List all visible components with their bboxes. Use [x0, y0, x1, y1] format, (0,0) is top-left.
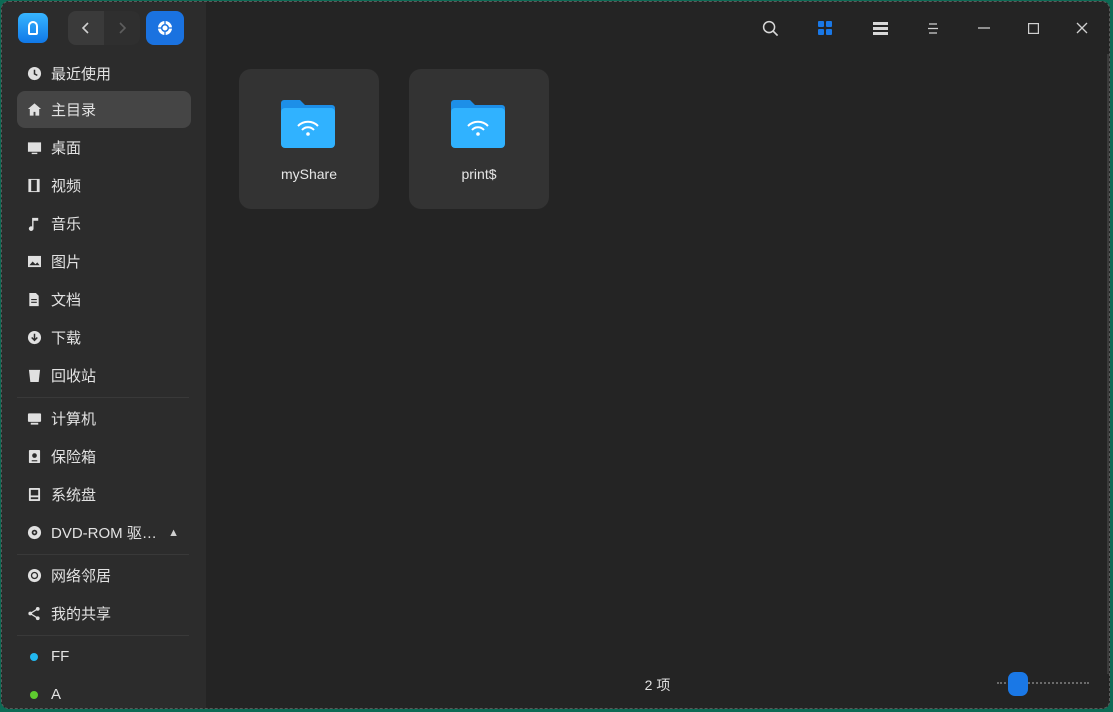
share-icon: [25, 606, 43, 621]
sidebar-item-videos[interactable]: 视频: [17, 167, 191, 204]
titlebar: [2, 2, 1109, 54]
sidebar-item-label: FF: [51, 648, 70, 665]
status-bar: 2 项: [206, 662, 1109, 708]
file-name: print$: [461, 166, 497, 182]
sidebar-item-pictures[interactable]: 图片: [17, 243, 191, 280]
eject-icon[interactable]: ▲: [168, 527, 179, 539]
grid-view-icon: [818, 21, 832, 35]
close-button[interactable]: [1068, 14, 1096, 42]
sidebar-item-system-disk[interactable]: 系统盘: [17, 476, 191, 513]
sidebar-item-label: 最近使用: [51, 66, 112, 83]
file-item-myshare[interactable]: myShare: [239, 69, 379, 209]
forward-button[interactable]: [104, 11, 140, 45]
sidebar-item-label: 主目录: [51, 102, 97, 119]
sidebar-item-label: DVD-ROM 驱…: [51, 525, 157, 542]
network-folder-icon: [451, 100, 505, 148]
tag-dot-icon: [25, 652, 43, 661]
sidebar-item-my-share[interactable]: 我的共享: [17, 595, 191, 632]
download-icon: [25, 330, 43, 345]
sidebar-item-label: 我的共享: [51, 606, 112, 623]
sidebar-item-desktop[interactable]: 桌面: [17, 129, 191, 166]
sidebar-item-label: 桌面: [51, 140, 82, 157]
chevron-left-icon: [81, 22, 89, 34]
sidebar-item-downloads[interactable]: 下载: [17, 319, 191, 356]
item-count: 2 项: [644, 677, 671, 693]
file-name: myShare: [280, 166, 338, 182]
sidebar-divider: [17, 554, 189, 555]
sidebar: 最近使用 主目录 桌面 视频 音乐 图片 文档 下载 回收站 计算机 保险箱 系…: [2, 2, 206, 708]
sidebar-item-recent[interactable]: 最近使用: [17, 55, 191, 92]
menu-icon: [928, 22, 938, 34]
minimize-icon: [978, 27, 990, 29]
sidebar-item-label: 计算机: [51, 411, 97, 428]
window-edge: [1107, 54, 1109, 674]
maximize-button[interactable]: [1019, 14, 1047, 42]
desktop-icon: [25, 141, 43, 155]
sidebar-item-label: 图片: [51, 254, 82, 271]
sidebar-item-tag-a[interactable]: A: [17, 676, 191, 708]
network-icon: [25, 568, 43, 583]
sidebar-item-label: 文档: [51, 292, 82, 309]
sidebar-item-label: 回收站: [51, 368, 97, 385]
network-folder-icon: [281, 100, 335, 148]
image-icon: [25, 255, 43, 268]
maximize-icon: [1027, 22, 1039, 34]
close-icon: [1076, 22, 1088, 34]
sidebar-item-label: 音乐: [51, 216, 82, 233]
sidebar-item-label: 保险箱: [51, 449, 97, 466]
clock-icon: [25, 66, 43, 81]
sidebar-item-vault[interactable]: 保险箱: [17, 438, 191, 475]
search-icon: [762, 20, 778, 36]
vault-icon: [25, 449, 43, 464]
sidebar-item-label: 网络邻居: [51, 568, 112, 585]
sidebar-item-label: 视频: [51, 178, 82, 195]
home-icon: [25, 102, 43, 117]
film-icon: [25, 178, 43, 193]
list-view-icon: [872, 21, 888, 35]
file-manager-window: 最近使用 主目录 桌面 视频 音乐 图片 文档 下载 回收站 计算机 保险箱 系…: [1, 1, 1110, 709]
trash-icon: [25, 368, 43, 383]
menu-button[interactable]: [919, 14, 947, 42]
sidebar-item-home[interactable]: 主目录: [17, 91, 191, 128]
sidebar-item-label: 下载: [51, 330, 82, 347]
sidebar-item-computer[interactable]: 计算机: [17, 400, 191, 437]
search-button[interactable]: [756, 14, 784, 42]
sidebar-item-label: 系统盘: [51, 487, 97, 504]
disk-icon: [25, 487, 43, 502]
file-item-print[interactable]: print$: [409, 69, 549, 209]
sidebar-item-dvd[interactable]: DVD-ROM 驱… ▲: [17, 514, 191, 551]
network-icon: [158, 21, 172, 35]
chevron-right-icon: [119, 22, 127, 34]
sidebar-item-music[interactable]: 音乐: [17, 205, 191, 242]
disc-icon: [25, 525, 43, 540]
sidebar-item-documents[interactable]: 文档: [17, 281, 191, 318]
minimize-button[interactable]: [970, 14, 998, 42]
zoom-slider-handle[interactable]: [1008, 672, 1028, 696]
sidebar-divider: [17, 397, 189, 398]
music-icon: [25, 216, 43, 231]
breadcrumb-network-button[interactable]: [146, 11, 184, 45]
document-icon: [25, 292, 43, 307]
list-view-button[interactable]: [866, 14, 894, 42]
sidebar-item-tag-ff[interactable]: FF: [17, 638, 191, 675]
back-button[interactable]: [68, 11, 104, 45]
sidebar-item-trash[interactable]: 回收站: [17, 357, 191, 394]
tag-dot-icon: [25, 690, 43, 699]
sidebar-item-network[interactable]: 网络邻居: [17, 557, 191, 594]
sidebar-item-label: A: [51, 686, 62, 703]
sidebar-divider: [17, 635, 189, 636]
icon-view-button[interactable]: [811, 14, 839, 42]
computer-icon: [25, 412, 43, 426]
